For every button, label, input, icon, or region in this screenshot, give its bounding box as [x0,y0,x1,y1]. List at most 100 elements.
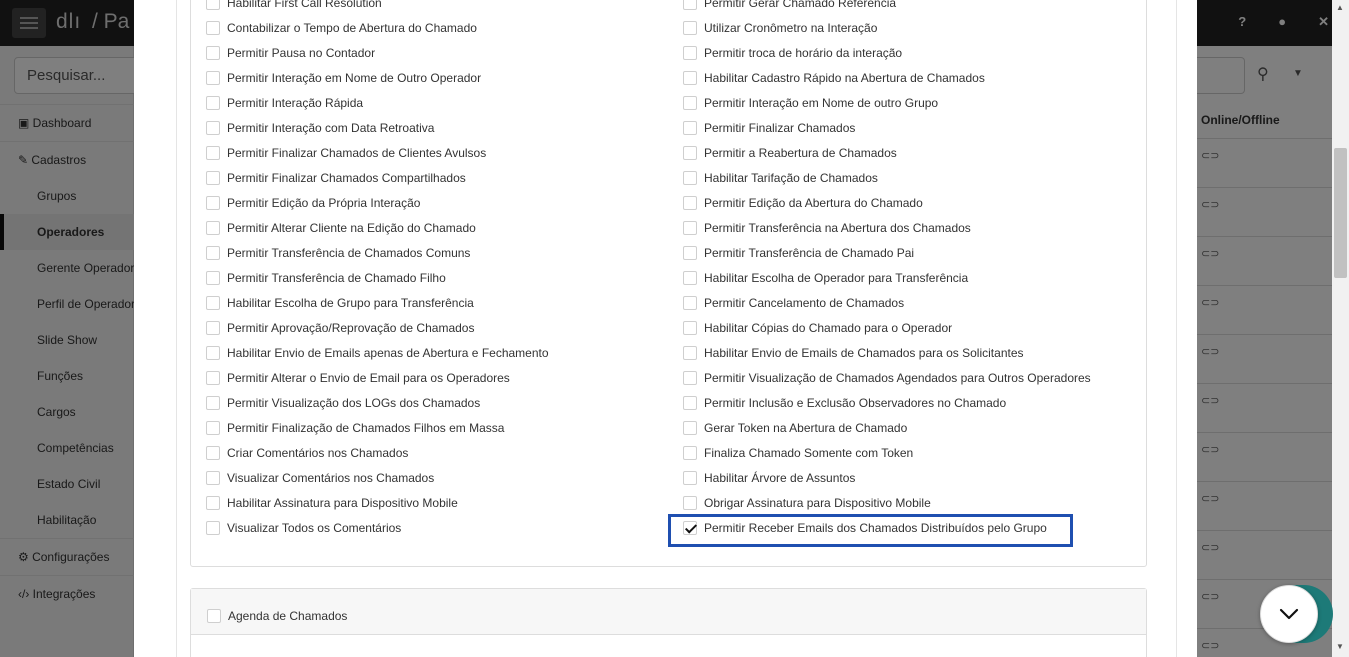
permission-checkbox-row[interactable]: Permitir Finalizar Chamados [683,118,855,138]
permission-checkbox-row[interactable]: Habilitar Escolha de Operador para Trans… [683,268,968,288]
checkbox[interactable] [206,446,220,460]
checkbox[interactable] [683,396,697,410]
checkbox[interactable] [683,0,697,10]
permission-checkbox-row[interactable]: Finaliza Chamado Somente com Token [683,443,913,463]
checkbox[interactable] [206,321,220,335]
permission-checkbox-row[interactable]: Permitir Interação em Nome de outro Grup… [683,93,938,113]
permission-checkbox-row[interactable]: Habilitar Envio de Emails de Chamados pa… [683,343,1024,363]
checkbox[interactable] [683,96,697,110]
scroll-down-arrow-icon[interactable]: ▼ [1336,642,1344,651]
permission-checkbox-row[interactable]: Habilitar Assinatura para Dispositivo Mo… [206,493,458,513]
checkbox[interactable] [206,21,220,35]
checkbox[interactable] [206,0,220,10]
permission-checkbox-row[interactable]: Permitir Interação em Nome de Outro Oper… [206,68,481,88]
permission-checkbox-row[interactable]: Permitir Finalização de Chamados Filhos … [206,418,504,438]
scrollbar-thumb[interactable] [1334,148,1347,278]
checkbox[interactable] [683,446,697,460]
checkbox[interactable] [683,121,697,135]
permission-checkbox-row[interactable]: Permitir Inclusão e Exclusão Observadore… [683,393,1006,413]
checkbox[interactable] [683,171,697,185]
permission-checkbox-row[interactable]: Habilitar Cópias do Chamado para o Opera… [683,318,952,338]
checkbox[interactable] [206,121,220,135]
checkbox-label: Permitir Transferência de Chamados Comun… [227,246,471,260]
permission-checkbox-row[interactable]: Permitir Gerar Chamado Referência [683,0,896,13]
checkbox[interactable] [683,196,697,210]
checkbox-label: Criar Comentários nos Chamados [227,446,409,460]
permission-checkbox-row[interactable]: Permitir Interação com Data Retroativa [206,118,434,138]
checkbox[interactable] [683,421,697,435]
checkbox[interactable] [206,96,220,110]
checkbox[interactable] [683,71,697,85]
checkbox[interactable] [206,146,220,160]
checkbox[interactable] [206,371,220,385]
checkbox[interactable] [683,146,697,160]
checkbox[interactable] [683,321,697,335]
permission-checkbox-row[interactable]: Permitir Edição da Própria Interação [206,193,420,213]
agenda-checkbox-row[interactable]: Agenda de Chamados [207,606,347,626]
permission-checkbox-row[interactable]: Obrigar Assinatura para Dispositivo Mobi… [683,493,931,513]
permission-checkbox-row[interactable]: Visualizar Comentários nos Chamados [206,468,434,488]
checkbox[interactable] [206,521,220,535]
scroll-down-button[interactable] [1260,585,1318,643]
permission-checkbox-row[interactable]: Permitir Visualização de Chamados Agenda… [683,368,1091,388]
permission-checkbox-row[interactable]: Permitir Transferência na Abertura dos C… [683,218,971,238]
permission-checkbox-row[interactable]: Permitir a Reabertura de Chamados [683,143,897,163]
permission-checkbox-row[interactable]: Habilitar Árvore de Assuntos [683,468,855,488]
permission-checkbox-row[interactable]: Permitir Interação Rápida [206,93,363,113]
permission-checkbox-row[interactable]: Habilitar Envio de Emails apenas de Aber… [206,343,549,363]
checkbox[interactable] [206,221,220,235]
permission-checkbox-row[interactable]: Permitir Transferência de Chamado Filho [206,268,446,288]
permission-checkbox-row[interactable]: Permitir Finalizar Chamados de Clientes … [206,143,486,163]
checkbox[interactable] [683,46,697,60]
permission-checkbox-row[interactable]: Habilitar Escolha de Grupo para Transfer… [206,293,474,313]
checkbox[interactable] [206,421,220,435]
permission-checkbox-row[interactable]: Habilitar First Call Resolution [206,0,382,13]
checkbox[interactable] [206,396,220,410]
page-scrollbar[interactable]: ▲ ▼ [1332,0,1349,657]
chevron-down-icon [1279,608,1299,620]
checkbox[interactable] [206,471,220,485]
checkbox[interactable] [683,496,697,510]
permission-checkbox-row[interactable]: Permitir Alterar o Envio de Email para o… [206,368,510,388]
permission-checkbox-row[interactable]: Habilitar Cadastro Rápido na Abertura de… [683,68,985,88]
checkbox[interactable] [206,496,220,510]
permission-checkbox-row[interactable]: Habilitar Tarifação de Chamados [683,168,878,188]
checkbox[interactable] [683,371,697,385]
checkbox[interactable] [683,471,697,485]
checkbox[interactable] [206,346,220,360]
checkbox[interactable] [206,196,220,210]
permission-checkbox-row[interactable]: Permitir Alterar Cliente na Edição do Ch… [206,218,476,238]
permission-checkbox-row[interactable]: Criar Comentários nos Chamados [206,443,408,463]
permission-checkbox-row[interactable]: Permitir Edição da Abertura do Chamado [683,193,923,213]
checkbox-label: Permitir Finalizar Chamados Compartilhad… [227,171,466,185]
checkbox[interactable] [683,296,697,310]
checkbox[interactable] [683,246,697,260]
permission-checkbox-row[interactable]: Permitir Visualização dos LOGs dos Chama… [206,393,480,413]
checkbox-label: Obrigar Assinatura para Dispositivo Mobi… [704,496,931,510]
permission-checkbox-row[interactable]: Gerar Token na Abertura de Chamado [683,418,907,438]
permission-checkbox-row[interactable]: Permitir Transferência de Chamados Comun… [206,243,470,263]
scroll-up-arrow-icon[interactable]: ▲ [1336,3,1344,12]
permission-checkbox-row[interactable]: Permitir Transferência de Chamado Pai [683,243,914,263]
checkbox[interactable] [683,346,697,360]
checkbox[interactable] [206,171,220,185]
checkbox[interactable] [206,271,220,285]
checkbox[interactable] [206,246,220,260]
checkbox[interactable] [683,21,697,35]
checkbox[interactable] [206,296,220,310]
checkbox[interactable] [206,71,220,85]
permission-checkbox-row[interactable]: Permitir Finalizar Chamados Compartilhad… [206,168,466,188]
permission-checkbox-row[interactable]: Contabilizar o Tempo de Abertura do Cham… [206,18,477,38]
permission-checkbox-row[interactable]: Permitir troca de horário da interação [683,43,902,63]
checkbox[interactable] [683,221,697,235]
checkbox[interactable] [206,46,220,60]
permission-checkbox-row[interactable]: Permitir Pausa no Contador [206,43,375,63]
permission-checkbox-row[interactable]: Visualizar Todos os Comentários [206,518,401,538]
permission-checkbox-row[interactable]: Permitir Cancelamento de Chamados [683,293,904,313]
permission-checkbox-row[interactable]: Utilizar Cronômetro na Interação [683,18,877,38]
checkbox-label: Habilitar Árvore de Assuntos [704,471,856,485]
checkbox-label: Habilitar Escolha de Grupo para Transfer… [227,296,474,310]
permission-checkbox-row[interactable]: Permitir Aprovação/Reprovação de Chamado… [206,318,474,338]
checkbox[interactable] [207,609,221,623]
checkbox[interactable] [683,271,697,285]
